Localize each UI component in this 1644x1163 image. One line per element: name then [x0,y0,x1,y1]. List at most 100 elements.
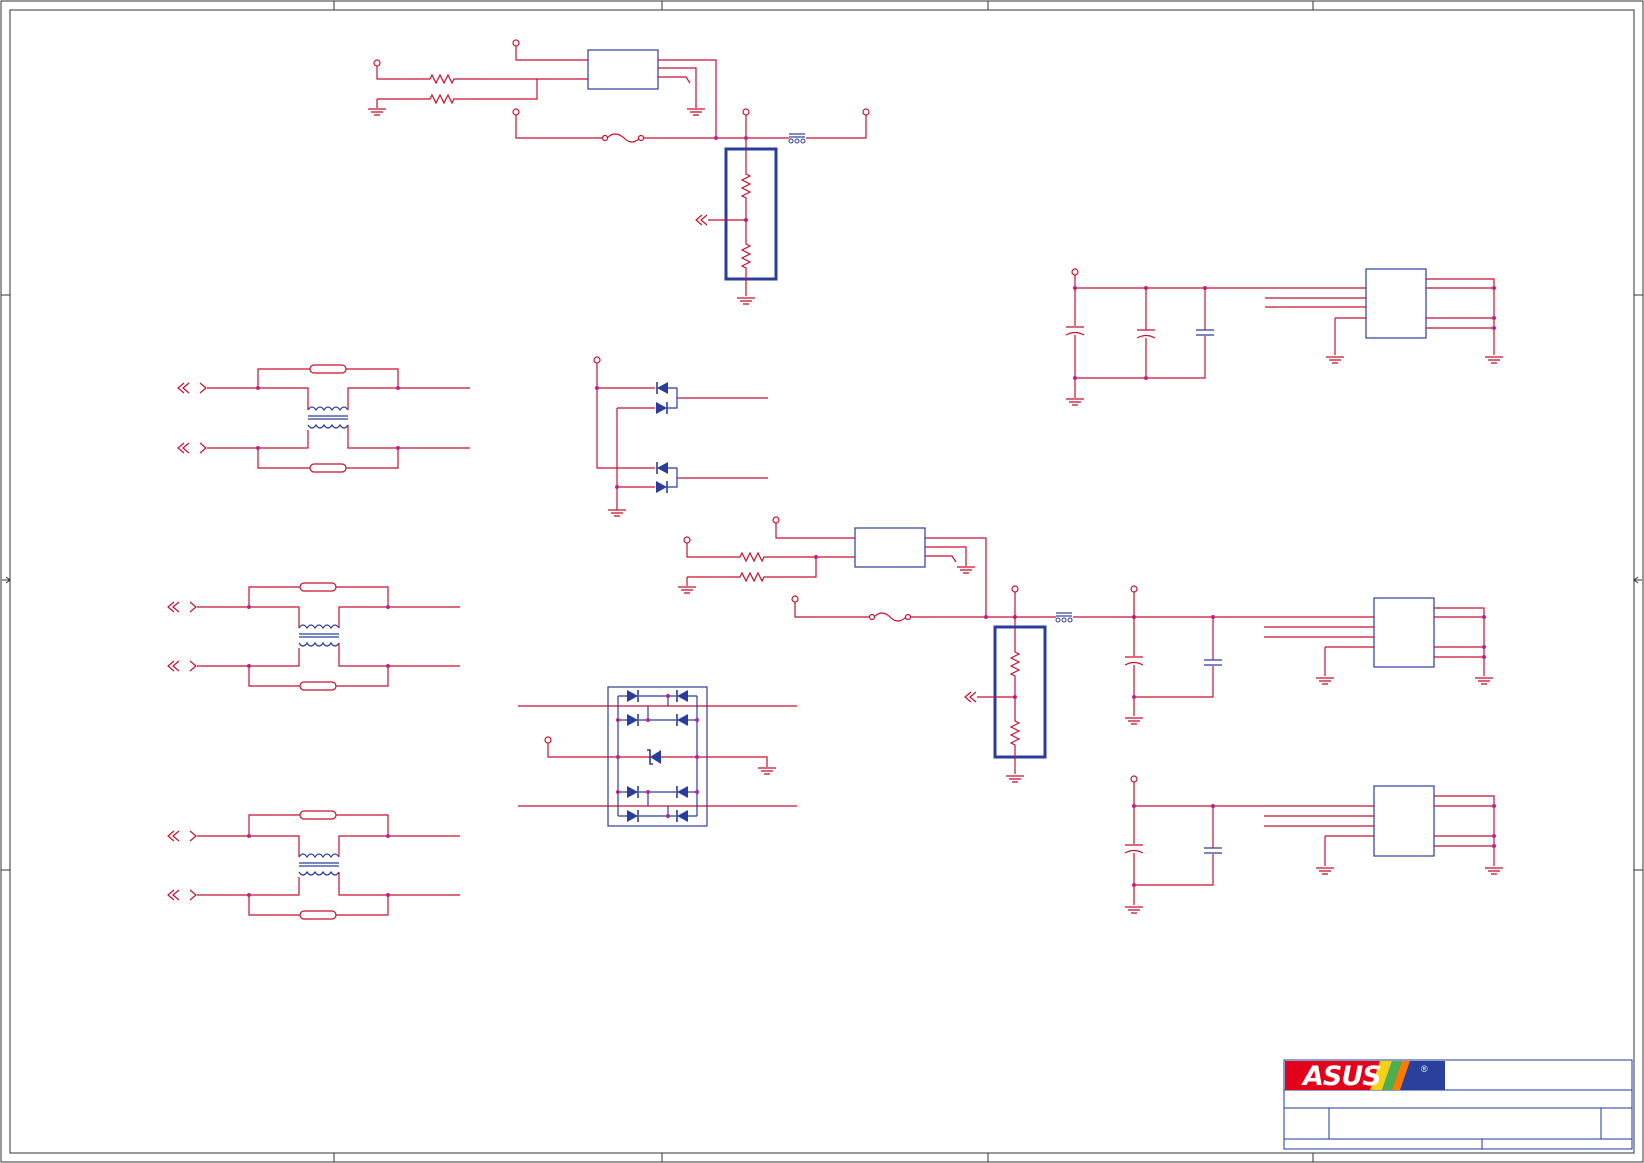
common-mode-choke-1 [177,364,470,473]
resistor-icon [735,572,769,582]
power-pin-icon [512,39,520,47]
diode-icon [626,713,639,727]
off-page-connector-icon [167,601,180,613]
diode-icon [656,381,669,395]
common-mode-choke-2 [167,582,460,691]
ic-package-icon [1365,268,1427,339]
capacitor-icon [1203,847,1223,854]
ground-icon [757,767,777,775]
diode-icon [676,785,689,799]
common-mode-choke-icon [307,406,349,429]
resistor-icon [425,94,459,104]
power-pin-icon [862,108,870,116]
common-mode-choke-3 [167,810,460,920]
diode-icon [655,480,668,494]
ground-icon [1484,356,1504,364]
top-right-ic-section [1065,268,1504,406]
ground-icon [677,586,697,594]
ic-package-icon [587,49,659,90]
capacitor-icon [1203,659,1223,666]
power-pin-icon [1130,585,1138,593]
bridge-diode-array [518,686,797,827]
power-pin-icon [373,59,381,67]
asus-logo-text: ASUS [1301,1061,1381,1092]
ground-icon [1484,867,1504,875]
ground-icon [607,509,627,517]
resistor-icon [425,74,459,84]
resistor-icon [309,463,347,473]
power-pin-icon [683,536,691,544]
diode-icon [676,713,689,727]
diode-icon [676,689,689,703]
common-mode-choke-icon [298,853,340,876]
off-page-connector-icon [695,214,708,226]
ground-icon [1325,356,1345,364]
resistor-network-box [993,625,1047,759]
off-page-connector-icon [964,691,977,703]
diode-icon [655,401,668,415]
off-page-connector-icon [167,660,180,672]
capacitor-icon [1195,329,1215,336]
ground-icon [1124,717,1144,725]
bottom-right-ic-section [1124,775,1504,914]
ground-icon [1315,677,1335,685]
ground-icon [1005,775,1025,783]
power-pin-icon [742,108,750,116]
off-page-connector-icon [167,830,180,842]
resistor-icon [741,169,751,203]
capacitor-icon [1124,656,1144,666]
dual-diode-section [593,356,768,517]
common-mode-choke-icon [298,624,340,647]
diode-icon [626,809,639,823]
diode-icon [676,809,689,823]
off-page-connector-icon [189,660,197,672]
schematic-sheet: ASUS ® [0,0,1644,1163]
capacitor-icon [1136,329,1156,339]
ground-icon [1474,677,1494,685]
title-block: ASUS ® [1283,1059,1633,1150]
top-regulator-section [367,39,870,305]
ferrite-bead-icon [788,133,806,144]
resistor-icon [741,239,751,273]
asus-logo: ASUS ® [1285,1061,1445,1092]
power-pin-icon [772,516,780,524]
resistor-icon [299,910,337,920]
resistor-icon [309,364,347,374]
off-page-connector-icon [199,382,207,394]
power-pin-icon [1011,585,1019,593]
resistor-icon [299,810,337,820]
off-page-connector-icon [177,382,190,394]
ic-package-icon [854,527,926,568]
resistor-icon [1010,647,1020,681]
resistor-icon [1010,716,1020,750]
fuse-icon [606,133,641,143]
ground-icon [956,566,976,574]
ferrite-bead-icon [1055,612,1073,623]
resistor-network-box [724,147,778,281]
ground-icon [1315,867,1335,875]
power-pin-icon [512,108,520,116]
ground-icon [1124,906,1144,914]
sheet-border [0,0,1644,1163]
schematic-drawing: ASUS ® [0,0,1644,1163]
resistor-icon [299,681,337,691]
off-page-connector-icon [177,442,190,454]
power-pin-icon [791,595,799,603]
fuse-icon [873,612,907,622]
off-page-connector-icon [189,830,197,842]
off-page-connector-icon [189,601,197,613]
registered-mark: ® [1421,1064,1428,1074]
resistor-icon [735,552,769,562]
middle-regulator-section [677,516,1494,783]
power-pin-icon [593,356,601,364]
power-pin-icon [544,736,552,744]
diode-icon [626,785,639,799]
ground-icon [367,108,387,116]
diode-icon [626,689,639,703]
ground-icon [686,108,706,116]
off-page-connector-icon [199,442,207,454]
power-pin-icon [1071,268,1079,276]
capacitor-icon [1065,326,1085,336]
ground-icon [736,297,756,305]
power-pin-icon [1130,775,1138,783]
